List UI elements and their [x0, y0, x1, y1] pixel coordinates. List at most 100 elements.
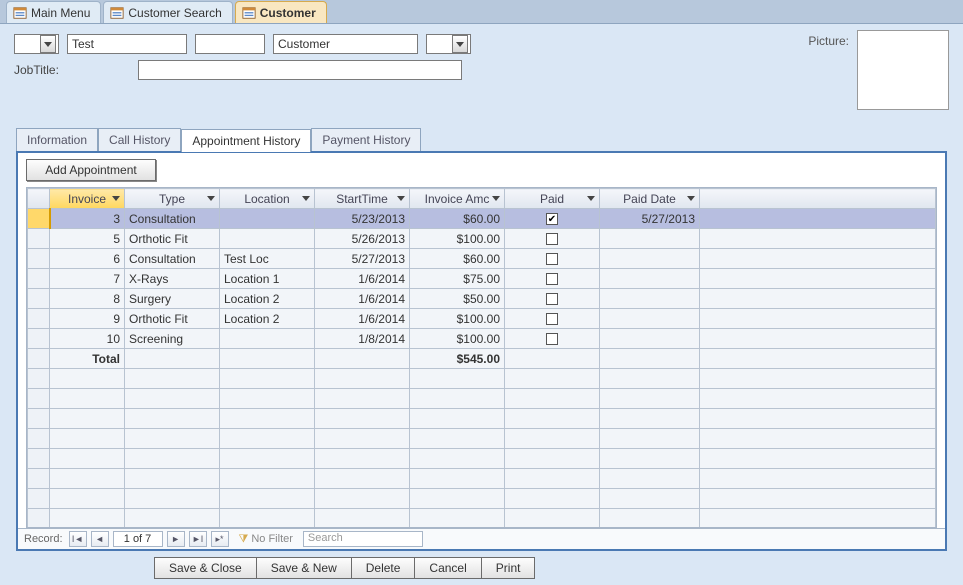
cell-amount[interactable]: $60.00	[410, 209, 505, 229]
checkbox-icon[interactable]	[546, 333, 558, 345]
cell-starttime[interactable]: 1/8/2014	[315, 329, 410, 349]
prefix-select[interactable]	[14, 34, 59, 54]
suffix-select[interactable]	[426, 34, 471, 54]
nav-first-button[interactable]: I◄	[69, 531, 87, 547]
cell-paid-date[interactable]	[600, 329, 700, 349]
row-selector[interactable]	[28, 329, 50, 349]
jobtitle-field[interactable]	[138, 60, 462, 80]
cell-invoice[interactable]: 9	[50, 309, 125, 329]
cell-starttime[interactable]: 1/6/2014	[315, 269, 410, 289]
cell-location[interactable]: Location 1	[220, 269, 315, 289]
checkbox-icon[interactable]	[546, 293, 558, 305]
save-new-button[interactable]: Save & New	[256, 557, 352, 579]
record-position[interactable]: 1 of 7	[113, 531, 163, 547]
tab-call-history[interactable]: Call History	[98, 128, 181, 151]
cell-paid-date[interactable]	[600, 289, 700, 309]
cell-paid[interactable]	[505, 209, 600, 229]
cell-location[interactable]: Location 2	[220, 289, 315, 309]
cell-invoice[interactable]: 6	[50, 249, 125, 269]
tab-main-menu[interactable]: Main Menu	[6, 1, 101, 23]
col-paid-date[interactable]: Paid Date	[600, 189, 700, 209]
cell-location[interactable]	[220, 229, 315, 249]
print-button[interactable]: Print	[481, 557, 536, 579]
cell-invoice[interactable]: 5	[50, 229, 125, 249]
cell-starttime[interactable]: 1/6/2014	[315, 309, 410, 329]
col-paid[interactable]: Paid	[505, 189, 600, 209]
no-filter-indicator[interactable]: ⧩ No Filter	[239, 533, 293, 546]
cell-invoice[interactable]: 10	[50, 329, 125, 349]
nav-new-button[interactable]: ▸*	[211, 531, 229, 547]
cell-type[interactable]: X-Rays	[125, 269, 220, 289]
cell-type[interactable]: Screening	[125, 329, 220, 349]
cell-amount[interactable]: $100.00	[410, 329, 505, 349]
tab-customer[interactable]: Customer	[235, 1, 327, 23]
col-location[interactable]: Location	[220, 189, 315, 209]
cell-type[interactable]: Consultation	[125, 249, 220, 269]
table-row[interactable]: 9Orthotic FitLocation 21/6/2014$100.00	[28, 309, 936, 329]
nav-next-button[interactable]: ►	[167, 531, 185, 547]
tab-payment-history[interactable]: Payment History	[311, 128, 421, 151]
cell-paid[interactable]	[505, 309, 600, 329]
tab-information[interactable]: Information	[16, 128, 98, 151]
cell-amount[interactable]: $100.00	[410, 229, 505, 249]
save-close-button[interactable]: Save & Close	[154, 557, 257, 579]
cell-amount[interactable]: $100.00	[410, 309, 505, 329]
checkbox-icon[interactable]	[546, 253, 558, 265]
cell-invoice[interactable]: 8	[50, 289, 125, 309]
cell-amount[interactable]: $50.00	[410, 289, 505, 309]
cell-invoice[interactable]: 7	[50, 269, 125, 289]
cell-paid-date[interactable]	[600, 269, 700, 289]
cell-paid[interactable]	[505, 249, 600, 269]
row-selector[interactable]	[28, 209, 50, 229]
first-name-field[interactable]: Test	[67, 34, 187, 54]
cell-location[interactable]	[220, 209, 315, 229]
checkbox-icon[interactable]	[546, 213, 558, 225]
checkbox-icon[interactable]	[546, 313, 558, 325]
cell-paid-date[interactable]	[600, 249, 700, 269]
middle-name-field[interactable]	[195, 34, 265, 54]
tab-appointment-history[interactable]: Appointment History	[181, 129, 311, 152]
cell-paid[interactable]	[505, 329, 600, 349]
row-selector[interactable]	[28, 249, 50, 269]
checkbox-icon[interactable]	[546, 273, 558, 285]
table-row[interactable]: 3Consultation5/23/2013$60.005/27/2013	[28, 209, 936, 229]
col-starttime[interactable]: StartTime	[315, 189, 410, 209]
col-invoice-amount[interactable]: Invoice Amc	[410, 189, 505, 209]
row-selector[interactable]	[28, 269, 50, 289]
table-row[interactable]: 7X-RaysLocation 11/6/2014$75.00	[28, 269, 936, 289]
cell-type[interactable]: Orthotic Fit	[125, 229, 220, 249]
picture-box[interactable]	[857, 30, 949, 110]
cell-paid[interactable]	[505, 269, 600, 289]
cell-paid-date[interactable]	[600, 229, 700, 249]
cell-paid[interactable]	[505, 289, 600, 309]
cell-paid[interactable]	[505, 229, 600, 249]
cell-starttime[interactable]: 5/23/2013	[315, 209, 410, 229]
cell-invoice[interactable]: 3	[50, 209, 125, 229]
cell-location[interactable]	[220, 329, 315, 349]
table-row[interactable]: 6ConsultationTest Loc5/27/2013$60.00	[28, 249, 936, 269]
delete-button[interactable]: Delete	[351, 557, 416, 579]
cell-location[interactable]: Test Loc	[220, 249, 315, 269]
cancel-button[interactable]: Cancel	[414, 557, 481, 579]
nav-last-button[interactable]: ►I	[189, 531, 207, 547]
cell-starttime[interactable]: 1/6/2014	[315, 289, 410, 309]
col-invoice[interactable]: Invoice	[50, 189, 125, 209]
add-appointment-button[interactable]: Add Appointment	[26, 159, 156, 181]
cell-type[interactable]: Orthotic Fit	[125, 309, 220, 329]
table-row[interactable]: 8SurgeryLocation 21/6/2014$50.00	[28, 289, 936, 309]
cell-starttime[interactable]: 5/26/2013	[315, 229, 410, 249]
nav-prev-button[interactable]: ◄	[91, 531, 109, 547]
table-row[interactable]: 5Orthotic Fit 5/26/2013$100.00	[28, 229, 936, 249]
row-selector[interactable]	[28, 229, 50, 249]
col-type[interactable]: Type	[125, 189, 220, 209]
cell-location[interactable]: Location 2	[220, 309, 315, 329]
last-name-field[interactable]: Customer	[273, 34, 418, 54]
checkbox-icon[interactable]	[546, 233, 558, 245]
row-selector[interactable]	[28, 309, 50, 329]
cell-paid-date[interactable]	[600, 309, 700, 329]
cell-type[interactable]: Surgery	[125, 289, 220, 309]
select-all-corner[interactable]	[28, 189, 50, 209]
cell-starttime[interactable]: 5/27/2013	[315, 249, 410, 269]
search-input[interactable]: Search	[303, 531, 423, 547]
cell-paid-date[interactable]: 5/27/2013	[600, 209, 700, 229]
